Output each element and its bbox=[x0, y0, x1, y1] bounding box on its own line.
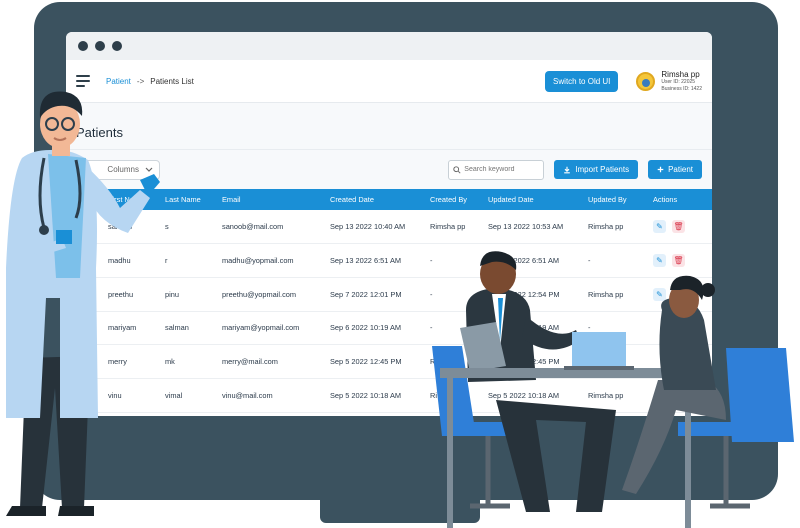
cell-created-date: Sep 5 2022 10:18 AM bbox=[330, 390, 402, 400]
col-header[interactable]: Created Date bbox=[326, 189, 426, 210]
trash-icon[interactable]: 🗑 bbox=[672, 220, 685, 234]
plus-icon bbox=[657, 166, 664, 173]
col-header[interactable]: Updated By bbox=[584, 189, 649, 210]
window-dot-icon bbox=[78, 41, 88, 51]
hamburger-icon[interactable] bbox=[76, 75, 90, 87]
window-dot-icon bbox=[95, 41, 105, 51]
user-menu[interactable]: Rimsha pp User ID: 22025 Business ID: 14… bbox=[636, 70, 702, 93]
user-name: Rimsha pp bbox=[661, 69, 700, 79]
download-icon bbox=[564, 166, 571, 173]
cell-email: preethu@yopmail.com bbox=[222, 289, 297, 299]
col-header[interactable]: Last Name bbox=[161, 189, 218, 210]
cell-created-date: Sep 6 2022 10:19 AM bbox=[330, 323, 402, 333]
breadcrumb-patient-link[interactable]: Patient bbox=[106, 77, 131, 86]
meeting-illustration bbox=[432, 251, 794, 528]
cell-last-name: vimal bbox=[165, 390, 183, 400]
switch-old-ui-button[interactable]: Switch to Old UI bbox=[545, 70, 619, 92]
search-box[interactable] bbox=[448, 159, 545, 180]
cell-email: merry@mail.com bbox=[222, 357, 278, 367]
cell-created-date: Sep 5 2022 12:45 PM bbox=[330, 357, 402, 367]
cell-created-date: Sep 13 2022 6:51 AM bbox=[330, 256, 402, 266]
cell-actions: ✎ 🗑 bbox=[649, 210, 712, 244]
breadcrumb: Patient -> Patients List bbox=[106, 77, 194, 86]
cell-email: sanoob@mail.com bbox=[222, 222, 284, 232]
col-header[interactable]: Updated Date bbox=[484, 189, 584, 210]
cell-updated-by: Rimsha pp bbox=[588, 222, 624, 232]
search-icon bbox=[453, 165, 461, 174]
cell-created-by: Rimsha pp bbox=[430, 222, 466, 232]
avatar[interactable] bbox=[636, 71, 656, 91]
window-titlebar bbox=[66, 32, 712, 60]
window-dot-icon bbox=[112, 41, 122, 51]
cell-created-date: Sep 7 2022 12:01 PM bbox=[330, 289, 402, 299]
search-input[interactable] bbox=[464, 166, 543, 173]
cell-last-name: s bbox=[165, 222, 169, 232]
breadcrumb-current: Patients List bbox=[150, 76, 194, 86]
add-patient-button[interactable]: Patient bbox=[648, 160, 702, 179]
cell-email: vinu@mail.com bbox=[222, 390, 273, 400]
col-header[interactable]: Email bbox=[218, 189, 326, 210]
cell-last-name: r bbox=[165, 256, 168, 266]
col-header: Actions bbox=[653, 195, 678, 204]
cell-last-name: mk bbox=[165, 357, 175, 367]
cell-last-name: salman bbox=[165, 323, 189, 333]
business-id: Business ID: 1422 bbox=[661, 85, 702, 92]
cell-created-date: Sep 13 2022 10:40 AM bbox=[330, 222, 406, 232]
breadcrumb-separator: -> bbox=[136, 76, 145, 86]
user-id: User ID: 22025 bbox=[661, 78, 696, 85]
cell-email: mariyam@yopmail.com bbox=[222, 323, 300, 333]
edit-icon[interactable]: ✎ bbox=[653, 220, 666, 234]
import-patients-label: Import Patients bbox=[575, 165, 630, 174]
cell-updated-date: Sep 13 2022 10:53 AM bbox=[488, 222, 564, 232]
cell-email: madhu@yopmail.com bbox=[222, 256, 294, 266]
doctor-illustration bbox=[6, 91, 160, 516]
add-patient-label: Patient bbox=[668, 165, 693, 174]
col-header[interactable]: Created By bbox=[426, 189, 484, 210]
cell-last-name: pinu bbox=[165, 289, 179, 299]
import-patients-button[interactable]: Import Patients bbox=[554, 160, 639, 179]
